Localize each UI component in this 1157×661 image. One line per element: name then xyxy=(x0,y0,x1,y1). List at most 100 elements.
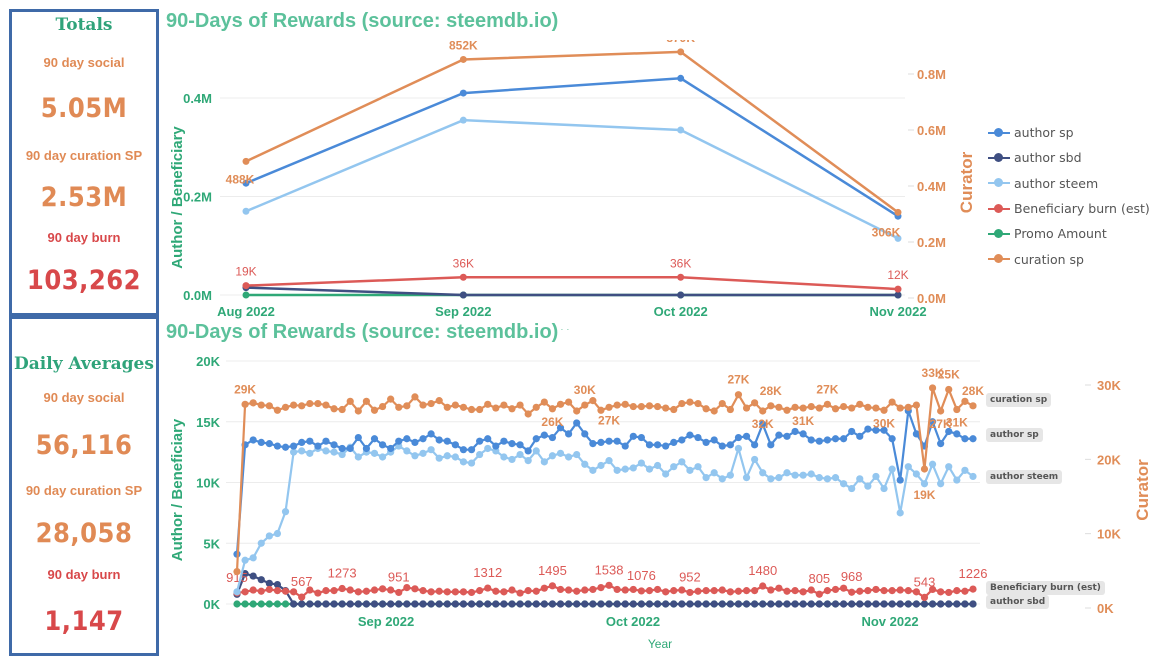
data-point-author-sbd xyxy=(459,291,467,299)
data-point-curation-sp xyxy=(718,399,726,408)
y2-axis-title: Curator xyxy=(957,151,976,213)
data-point-author-sbd xyxy=(702,600,710,608)
data-point-curation-sp xyxy=(686,398,694,406)
data-point-author-sbd xyxy=(653,600,662,608)
data-point-beneficiary-burn-est xyxy=(831,585,840,594)
y2-tick-label: 0K xyxy=(1097,601,1114,616)
data-point-author-sp xyxy=(581,430,589,438)
data-point-beneficiary-burn-est xyxy=(791,587,799,595)
data-point-promo-amount xyxy=(249,600,257,608)
data-point-author-sbd xyxy=(500,600,508,608)
data-point-author-steem xyxy=(459,458,468,466)
data-point-author-steem xyxy=(734,444,743,453)
data-point-author-sp xyxy=(718,442,726,450)
data-point-author-sp xyxy=(686,431,694,439)
data-point-author-steem xyxy=(330,448,338,456)
data-point-author-sbd xyxy=(742,600,751,608)
legend-item-author-sbd[interactable]: author sbd xyxy=(988,145,1150,170)
data-point-author-sp xyxy=(791,427,799,436)
totals-social-label: 90 day social xyxy=(43,55,125,70)
monthly-rewards-chart: 0.0M0.2M0.4M0.0M0.2M0.4M0.6M0.8MAug 2022… xyxy=(169,40,976,330)
data-point-beneficiary-burn-est xyxy=(581,586,589,594)
data-point-curation-sp xyxy=(298,402,306,410)
daily-title: Daily Averages xyxy=(14,354,154,374)
data-point-author-sbd xyxy=(662,600,670,608)
data-point-curation-sp xyxy=(710,407,718,415)
data-point-author-sbd xyxy=(799,600,807,608)
data-point-beneficiary-burn-est xyxy=(330,587,338,595)
data-point-author-sp xyxy=(290,442,298,450)
data-point-author-steem xyxy=(621,465,629,473)
data-point-author-sbd xyxy=(912,600,920,608)
data-point-author-steem xyxy=(783,469,791,477)
data-point-curation-sp xyxy=(702,405,710,413)
data-point-beneficiary-burn-est xyxy=(807,586,815,594)
data-point-author-sp xyxy=(605,437,613,445)
data-point-author-sbd xyxy=(540,600,548,608)
legend-item-author-steem[interactable]: author steem xyxy=(988,171,1150,196)
data-point-beneficiary-burn-est xyxy=(540,584,548,592)
data-point-author-steem xyxy=(702,474,710,482)
data-point-author-sbd xyxy=(306,600,314,608)
data-point-author-steem xyxy=(662,470,670,478)
data-point-author-steem xyxy=(872,472,880,481)
data-point-author-sp xyxy=(677,74,685,82)
data-point-curation-sp xyxy=(662,404,670,412)
data-label: 27K xyxy=(816,382,838,396)
data-point-author-steem xyxy=(306,449,314,457)
data-point-author-sbd xyxy=(516,600,524,608)
data-point-author-sbd xyxy=(613,600,621,608)
legend-item-beneficiary-burn-est[interactable]: Beneficiary burn (est) xyxy=(988,196,1150,221)
data-point-author-sp xyxy=(459,446,468,454)
data-point-author-sbd xyxy=(573,600,581,608)
data-point-curation-sp xyxy=(904,403,912,411)
data-point-author-steem xyxy=(265,532,273,540)
data-point-curation-sp xyxy=(387,395,395,403)
y-tick-label: 5K xyxy=(203,536,220,551)
data-point-beneficiary-burn-est xyxy=(670,587,678,595)
legend-item-author-sp[interactable]: author sp xyxy=(988,120,1150,145)
data-label: 1538 xyxy=(595,562,624,577)
data-point-beneficiary-burn-est xyxy=(387,586,395,594)
data-point-beneficiary-burn-est xyxy=(888,587,896,595)
data-point-beneficiary-burn-est xyxy=(411,585,419,593)
data-point-author-sbd xyxy=(370,600,379,608)
legend-item-promo-amount[interactable]: Promo Amount xyxy=(988,221,1150,246)
data-point-promo-amount xyxy=(241,600,249,608)
data-point-beneficiary-burn-est xyxy=(637,587,645,595)
data-label: 28K xyxy=(962,384,984,398)
data-point-author-sbd xyxy=(677,291,685,299)
data-point-curation-sp xyxy=(694,399,702,408)
daily-burn-value: 1,147 xyxy=(44,606,124,637)
data-point-curation-sp xyxy=(613,401,621,409)
data-point-author-sbd xyxy=(645,600,654,608)
y2-tick-label: 0.6M xyxy=(917,123,946,138)
data-point-author-steem xyxy=(686,466,694,474)
y2-tick-label: 0.2M xyxy=(917,235,946,250)
y-tick-label: 20K xyxy=(196,354,220,369)
data-point-author-sbd xyxy=(969,600,977,608)
data-point-author-sbd xyxy=(556,600,565,608)
data-point-beneficiary-burn-est xyxy=(403,583,411,592)
data-point-author-sp xyxy=(807,436,815,444)
data-point-beneficiary-burn-est xyxy=(508,586,516,594)
data-point-beneficiary-burn-est xyxy=(775,584,783,592)
data-point-author-sbd xyxy=(589,600,597,608)
data-point-author-steem xyxy=(645,465,654,473)
data-label: 25K xyxy=(938,367,960,381)
data-point-beneficiary-burn-est xyxy=(532,587,540,595)
data-label: 567 xyxy=(291,574,313,589)
data-point-author-sp xyxy=(516,441,524,449)
data-point-beneficiary-burn-est xyxy=(524,587,532,595)
data-point-curation-sp xyxy=(233,567,241,576)
legend-swatch-icon xyxy=(988,228,1010,238)
data-point-author-steem xyxy=(718,475,726,483)
data-label: 36K xyxy=(453,256,474,270)
data-point-author-steem xyxy=(484,444,492,453)
data-point-author-sp xyxy=(467,446,476,454)
data-point-curation-sp xyxy=(330,405,338,413)
data-point-author-sp xyxy=(710,436,718,444)
data-point-author-steem xyxy=(945,463,953,471)
y-axis-title: Author / Beneficiary xyxy=(169,418,186,561)
legend-item-curation-sp[interactable]: curation sp xyxy=(988,246,1150,271)
